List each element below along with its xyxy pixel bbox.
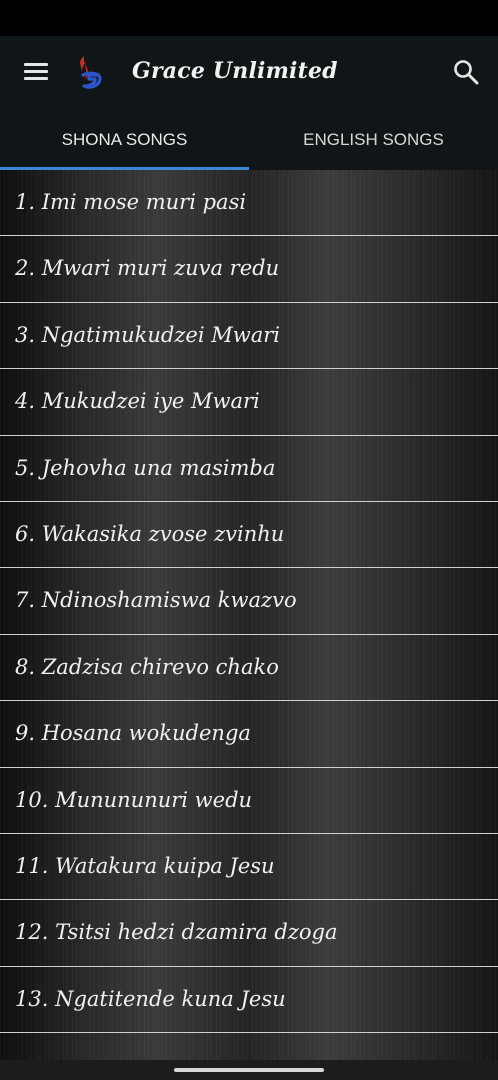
song-title: 7. Ndinoshamiswa kwazvo [15, 588, 297, 613]
tab-bar: SHONA SONGS ENGLISH SONGS [0, 108, 498, 170]
song-list-item[interactable]: 6. Wakasika zvose zvinhu [0, 502, 498, 569]
system-navigation-bar [0, 1060, 498, 1080]
song-list-item[interactable]: 2. Mwari muri zuva redu [0, 236, 498, 303]
song-list-item[interactable]: 12. Tsitsi hedzi dzamira dzoga [0, 900, 498, 967]
song-title: 8. Zadzisa chirevo chako [15, 654, 279, 679]
song-title: 13. Ngatitende kuna Jesu [15, 986, 286, 1011]
song-title: 4. Mukudzei iye Mwari [15, 389, 260, 414]
tab-shona-songs[interactable]: SHONA SONGS [0, 108, 249, 170]
song-list-item-partial[interactable] [0, 1033, 498, 1060]
home-gesture-pill[interactable] [174, 1068, 324, 1072]
song-title: 9. Hosana wokudenga [15, 721, 251, 746]
song-title: 1. Imi mose muri pasi [15, 190, 247, 214]
song-list-item[interactable]: 8. Zadzisa chirevo chako [0, 635, 498, 702]
song-list-item[interactable]: 9. Hosana wokudenga [0, 701, 498, 768]
tab-english-songs[interactable]: ENGLISH SONGS [249, 108, 498, 170]
app-logo-icon [78, 56, 102, 89]
song-title: 12. Tsitsi hedzi dzamira dzoga [15, 920, 338, 945]
status-bar [0, 0, 498, 36]
song-list-item[interactable]: 5. Jehovha una masimba [0, 436, 498, 502]
song-list-item[interactable]: 4. Mukudzei iye Mwari [0, 369, 498, 436]
song-list-item[interactable]: 13. Ngatitende kuna Jesu [0, 967, 498, 1034]
song-list-item[interactable]: 11. Watakura kuipa Jesu [0, 834, 498, 901]
app-title: Grace Unlimited [132, 58, 338, 84]
song-title: 3. Ngatimukudzei Mwari [15, 322, 280, 347]
song-list[interactable]: 1. Imi mose muri pasi 2. Mwari muri zuva… [0, 170, 498, 1060]
song-list-item[interactable]: 1. Imi mose muri pasi [0, 170, 498, 237]
song-title: 5. Jehovha una masimba [15, 455, 276, 480]
song-list-item[interactable]: 10. Munununuri wedu [0, 768, 498, 834]
song-title: 2. Mwari muri zuva redu [15, 256, 280, 281]
song-title: 10. Munununuri wedu [15, 787, 253, 812]
song-title: 11. Watakura kuipa Jesu [15, 853, 275, 878]
song-title: 6. Wakasika zvose zvinhu [15, 521, 285, 546]
song-list-item[interactable]: 7. Ndinoshamiswa kwazvo [0, 568, 498, 635]
app-bar: Grace Unlimited [0, 36, 498, 108]
search-icon[interactable] [452, 58, 480, 86]
song-list-item[interactable]: 3. Ngatimukudzei Mwari [0, 303, 498, 370]
menu-icon[interactable] [24, 63, 48, 81]
